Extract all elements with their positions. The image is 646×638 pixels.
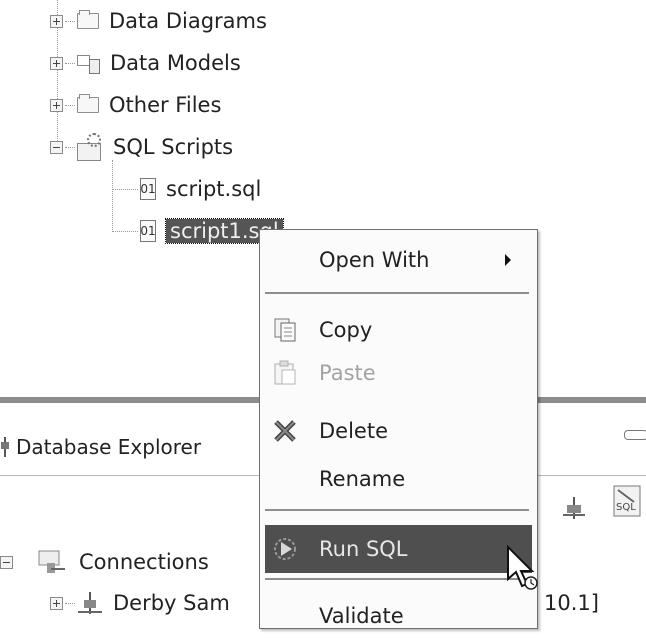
tree-item-script1-sql[interactable]: 01 script1.sql [112, 214, 284, 248]
context-menu: Open With Copy Paste Delete Rename Run S… [259, 229, 538, 629]
data-model-icon [77, 53, 101, 74]
paste-icon [272, 360, 298, 386]
tree-connector [65, 602, 75, 604]
tree-connector [112, 188, 138, 190]
tree-item-derby-sample[interactable]: Derby Sam [50, 586, 230, 620]
menu-item-run-sql[interactable]: Run SQL [265, 525, 532, 573]
tree-connector [65, 20, 75, 22]
tree-item-label: script.sql [166, 177, 262, 201]
menu-item-label: Paste [319, 361, 376, 385]
tree-connector [65, 146, 75, 148]
expand-icon[interactable] [50, 98, 63, 112]
menu-item-open-with[interactable]: Open With [260, 238, 537, 282]
sql-scripts-folder-icon [77, 133, 105, 161]
tree-item-connections[interactable]: Connections [0, 545, 209, 579]
folder-icon [77, 94, 99, 113]
sql-file-icon: 01 [140, 220, 156, 242]
collapse-icon[interactable] [0, 555, 13, 569]
tree-item-data-models[interactable]: Data Models [50, 46, 241, 80]
tree-connector [65, 104, 75, 106]
menu-item-label: Copy [319, 318, 373, 342]
tree-item-label: Derby Sam [113, 591, 230, 615]
menu-separator [265, 509, 529, 511]
menu-item-paste[interactable]: Paste [260, 351, 537, 395]
plug-icon [0, 437, 10, 457]
menu-item-label: Validate [319, 604, 404, 628]
collapse-icon[interactable] [50, 140, 63, 154]
tree-item-label: Connections [79, 550, 209, 574]
menu-item-copy[interactable]: Copy [260, 308, 537, 352]
copy-icon [272, 317, 298, 343]
connect-icon[interactable] [561, 495, 587, 526]
menu-item-delete[interactable]: Delete [260, 409, 537, 453]
tree-item-data-diagrams[interactable]: Data Diagrams [50, 4, 267, 38]
menu-item-rename[interactable]: Rename [260, 457, 537, 501]
tree-item-label: Other Files [109, 93, 222, 117]
svg-text:SQL: SQL [616, 502, 636, 513]
connections-icon [37, 549, 67, 575]
tree-connector [112, 230, 138, 232]
delete-icon [272, 418, 298, 444]
expand-icon[interactable] [50, 56, 63, 70]
run-sql-icon [272, 536, 298, 562]
tree-item-label: Data Models [110, 51, 241, 75]
tab-database-explorer[interactable]: Database Explorer [0, 430, 201, 464]
submenu-arrow-icon [505, 254, 511, 266]
sql-file-icon: 01 [140, 178, 156, 200]
tree-item-other-files[interactable]: Other Files [50, 88, 221, 122]
tree-connector [65, 62, 75, 64]
tree-item-script-sql[interactable]: 01 script.sql [112, 172, 261, 206]
menu-item-validate[interactable]: Validate [260, 594, 537, 638]
tree-item-label: Data Diagrams [109, 9, 267, 33]
menu-separator [265, 578, 529, 580]
new-sql-script-icon[interactable]: SQL [612, 484, 642, 523]
expand-icon[interactable] [50, 14, 63, 28]
tab-label: Database Explorer [16, 435, 202, 459]
menu-item-label: Open With [319, 248, 430, 272]
menu-item-label: Delete [319, 419, 388, 443]
database-connection-icon [77, 590, 103, 616]
expand-icon[interactable] [50, 596, 63, 610]
tree-item-label: SQL Scripts [113, 135, 234, 159]
menu-item-label: Rename [319, 467, 406, 491]
menu-separator [265, 292, 529, 294]
folder-icon [77, 10, 99, 29]
minimize-icon[interactable] [624, 430, 646, 440]
derby-version-text: 10.1] [544, 591, 599, 615]
mouse-cursor-icon [505, 544, 539, 602]
tree-item-sql-scripts[interactable]: SQL Scripts [50, 130, 233, 164]
menu-item-label: Run SQL [319, 537, 408, 561]
